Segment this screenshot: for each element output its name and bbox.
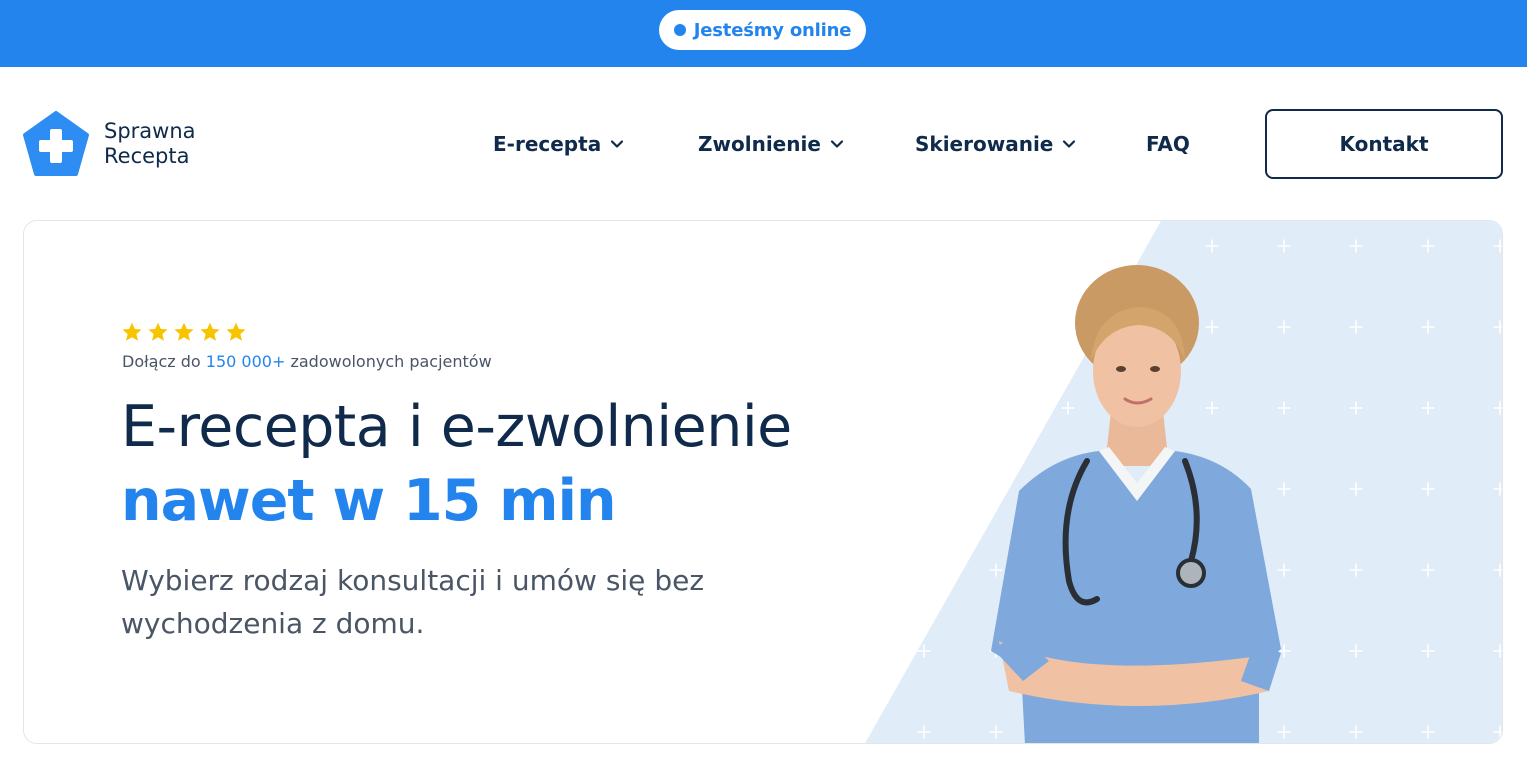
nav-item-faq[interactable]: FAQ [1146,127,1190,161]
nav-label: FAQ [1146,132,1190,156]
online-status-badge: Jesteśmy online [659,10,866,50]
hero-section: Dołącz do 150 000+ zadowolonych pacjentó… [23,220,1503,744]
nav-item-skierowanie[interactable]: Skierowanie [915,127,1077,161]
logo-text: Sprawna Recepta [104,119,196,169]
nav-label: E-recepta [493,132,602,156]
nav-label: Zwolnienie [698,132,821,156]
online-dot-icon [673,24,686,36]
contact-button[interactable]: Kontakt [1265,109,1503,179]
hero-headline-accent: nawet w 15 min [121,468,617,534]
star-icon [148,322,168,341]
nav-label: Skierowanie [915,132,1054,156]
chevron-down-icon [830,140,843,148]
star-icon [200,322,220,341]
hero-headline: E-recepta i e-zwolnienie [121,394,792,460]
medical-cross-pentagon-icon [23,111,89,176]
proof-count: 150 000+ [205,352,286,371]
star-icon [122,322,142,341]
star-icon [174,322,194,341]
nav-item-zwolnienie[interactable]: Zwolnienie [698,127,845,161]
doctor-image [991,265,1281,743]
chevron-down-icon [1063,140,1076,148]
chevron-down-icon [611,140,624,148]
social-proof-text: Dołącz do 150 000+ zadowolonych pacjentó… [122,352,492,371]
proof-prefix: Dołącz do [122,352,201,371]
rating-stars [121,321,247,343]
nav-item-e-recepta[interactable]: E-recepta [493,127,625,161]
logo-line-1: Sprawna [104,119,196,143]
logo[interactable]: Sprawna Recepta [22,111,196,177]
top-banner: Jesteśmy online [0,0,1527,67]
online-status-text: Jesteśmy online [693,19,852,41]
hero-subline: Wybierz rodzaj konsultacji i umów się be… [121,564,705,640]
logo-line-2: Recepta [104,144,190,168]
proof-suffix: zadowolonych pacjentów [290,352,492,371]
star-icon [226,322,246,341]
